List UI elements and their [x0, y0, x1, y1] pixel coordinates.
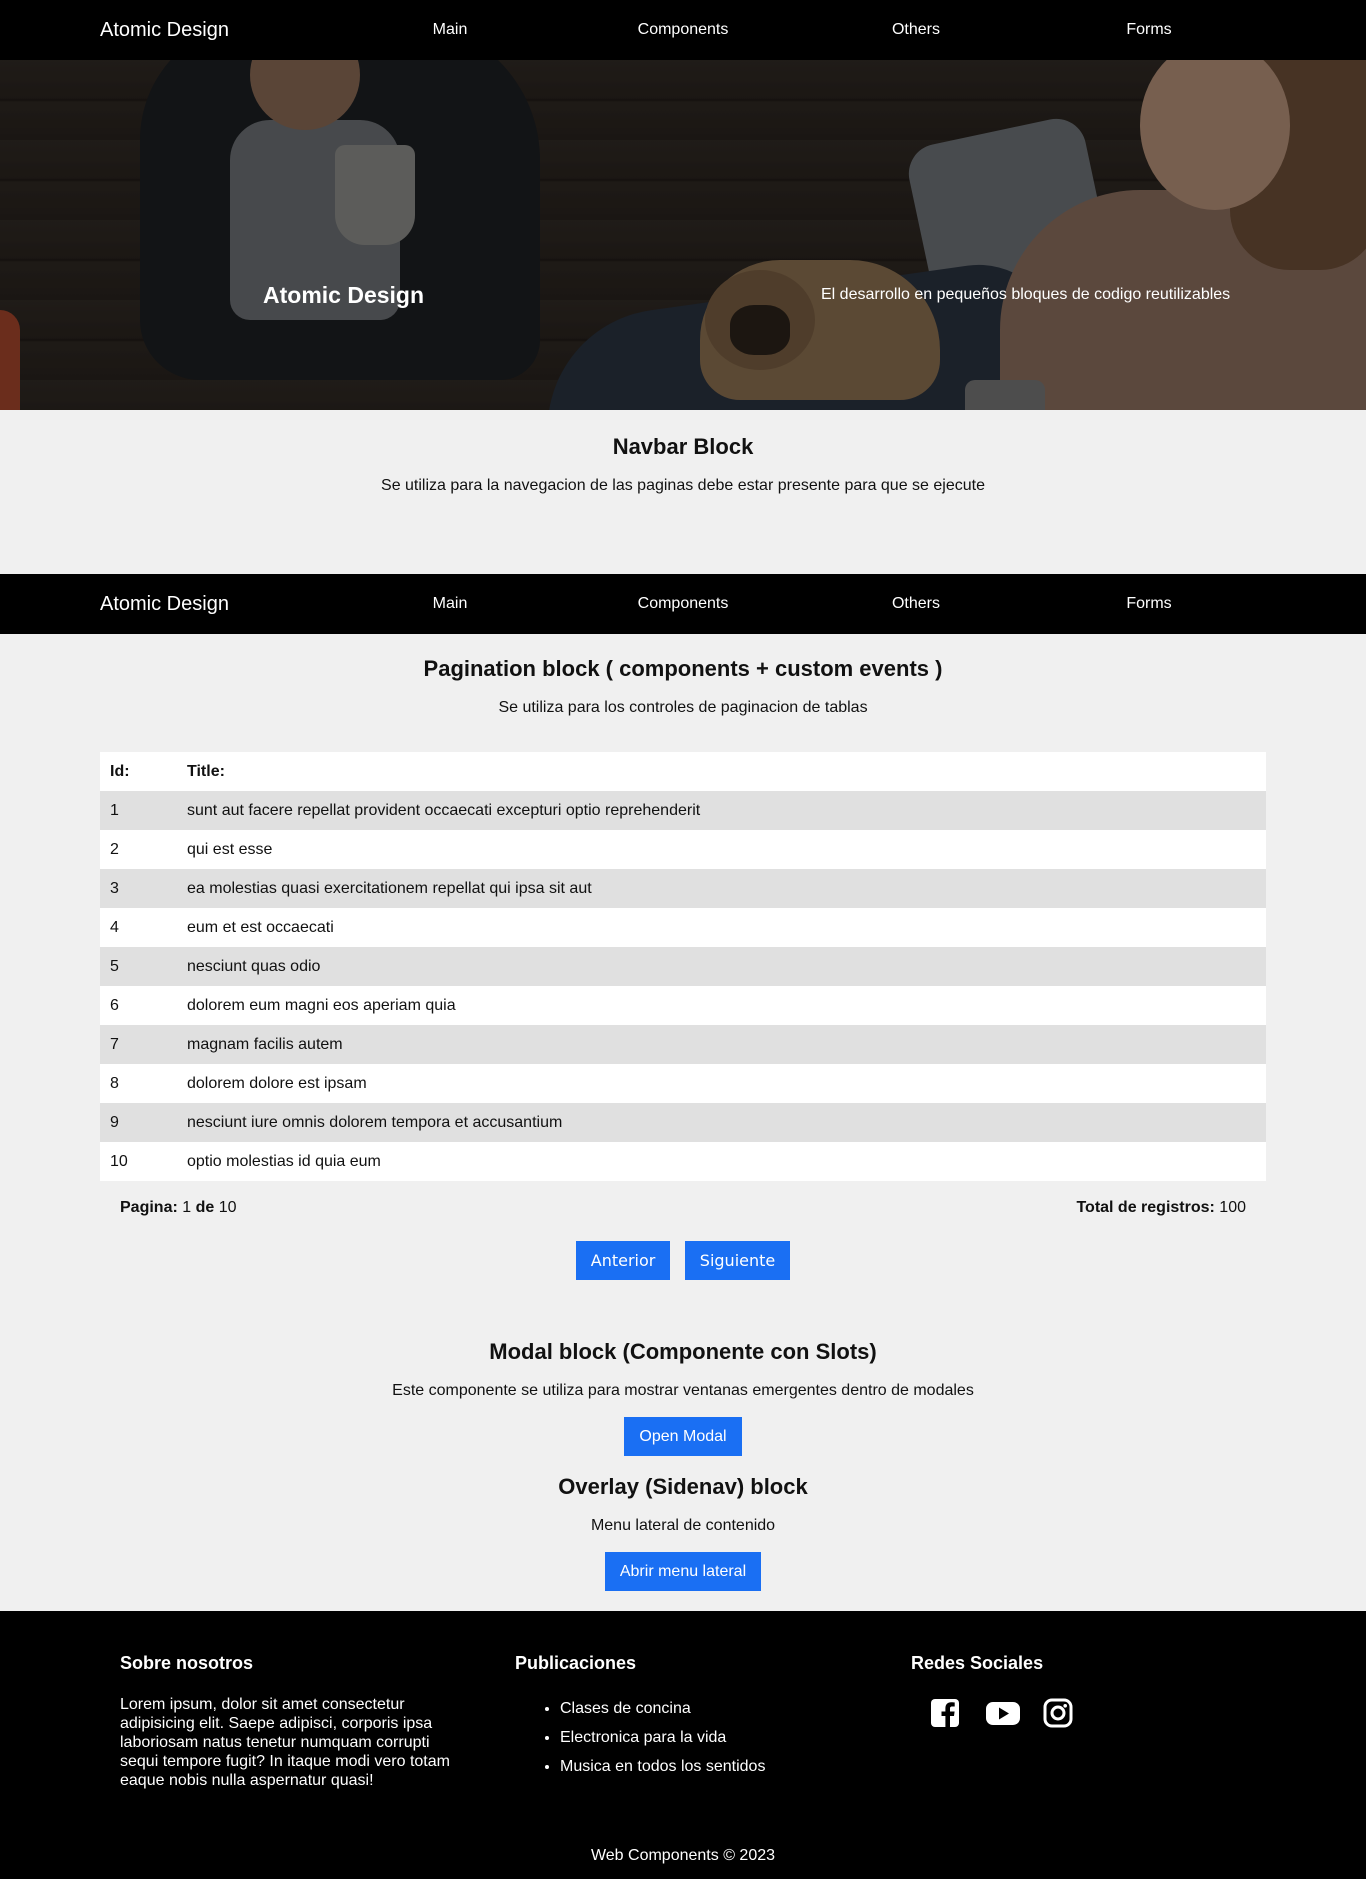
footer-about: Sobre nosotros Lorem ipsum, dolor sit am… [120, 1651, 460, 1790]
section-title: Modal block (Componente con Slots) [489, 1339, 877, 1364]
nav-link-main[interactable]: Main [350, 574, 550, 634]
list-item[interactable]: Clases de concina [560, 1699, 855, 1718]
hero-title: Atomic Design [263, 282, 425, 308]
total-records-value: 100 [1219, 1199, 1246, 1216]
cell-id: 4 [100, 908, 177, 947]
nav-link-others[interactable]: Others [816, 574, 1016, 634]
pager-controls: Anterior Siguiente [0, 1241, 1366, 1281]
footer-publications-title: Publicaciones [515, 1653, 637, 1673]
cell-title: dolorem dolore est ipsam [177, 1064, 1266, 1103]
demo-navbar: Atomic Design Main Components Others For… [0, 574, 1366, 634]
navbar-brand[interactable]: Atomic Design [100, 0, 229, 60]
cell-id: 8 [100, 1064, 177, 1103]
pagination-block-section: Pagination block ( components + custom e… [0, 634, 1366, 1281]
nav-link-others[interactable]: Others [816, 0, 1016, 60]
cell-title: nesciunt iure omnis dolorem tempora et a… [177, 1103, 1266, 1142]
site-footer: Sobre nosotros Lorem ipsum, dolor sit am… [0, 1611, 1366, 1879]
table-row: 3 ea molestias quasi exercitationem repe… [100, 869, 1266, 908]
list-item[interactable]: Musica en todos los sentidos [560, 1757, 855, 1776]
nav-link-components[interactable]: Components [583, 0, 783, 60]
table-row: 1 sunt aut facere repellat provident occ… [100, 791, 1266, 830]
navbar-brand[interactable]: Atomic Design [100, 574, 229, 634]
cell-title: eum et est occaecati [177, 908, 1266, 947]
footer-social: Redes Sociales [911, 1651, 1251, 1729]
section-description: Se utiliza para los controles de paginac… [498, 699, 868, 716]
nav-link-main[interactable]: Main [350, 0, 550, 60]
section-description: Menu lateral de contenido [590, 1517, 776, 1534]
cell-id: 7 [100, 1025, 177, 1064]
next-page-button[interactable]: Siguiente [684, 1241, 791, 1280]
section-description: Se utiliza para la navegacion de las pag… [381, 477, 985, 494]
of-label: de [195, 1199, 215, 1216]
hero-banner: Atomic Design El desarrollo en pequeños … [0, 60, 1366, 410]
total-pages: 10 [218, 1199, 237, 1216]
cell-title: optio molestias id quia eum [177, 1142, 1266, 1181]
table-row: 6 dolorem eum magni eos aperiam quia [100, 986, 1266, 1025]
footer-about-text: Lorem ipsum, dolor sit amet consectetur … [120, 1696, 450, 1789]
social-icons [911, 1697, 1251, 1729]
previous-page-button[interactable]: Anterior [575, 1241, 671, 1280]
footer-about-title: Sobre nosotros [120, 1653, 254, 1673]
table-row: 8 dolorem dolore est ipsam [100, 1064, 1266, 1103]
section-title: Pagination block ( components + custom e… [423, 656, 943, 681]
page-label: Pagina: [120, 1199, 178, 1216]
facebook-icon[interactable] [929, 1697, 961, 1729]
list-item[interactable]: Electronica para la vida [560, 1728, 855, 1747]
modal-block-section: Modal block (Componente con Slots) Este … [0, 1281, 1366, 1456]
cell-title: nesciunt quas odio [177, 947, 1266, 986]
cell-id: 6 [100, 986, 177, 1025]
hero-overlay [0, 60, 1366, 410]
cell-title: magnam facilis autem [177, 1025, 1266, 1064]
nav-link-components[interactable]: Components [583, 574, 783, 634]
cell-id: 2 [100, 830, 177, 869]
current-page: 1 [182, 1199, 192, 1216]
pager-info: Pagina: 1 de 10 Total de registros: 100 [0, 1181, 1366, 1241]
open-modal-button[interactable]: Open Modal [624, 1417, 742, 1456]
cell-title: sunt aut facere repellat provident occae… [177, 791, 1266, 830]
copyright-text: Web Components © 2023 [590, 1847, 776, 1864]
instagram-icon[interactable] [1042, 1697, 1074, 1729]
footer-publications: Publicaciones Clases de concina Electron… [515, 1651, 855, 1786]
cell-title: qui est esse [177, 830, 1266, 869]
table-header-row: Id: Title: [100, 752, 1266, 791]
section-title: Overlay (Sidenav) block [558, 1474, 808, 1499]
youtube-icon[interactable] [985, 1697, 1021, 1729]
page-indicator: Pagina: 1 de 10 [120, 1199, 237, 1217]
cell-id: 9 [100, 1103, 177, 1142]
nav-link-forms[interactable]: Forms [1049, 574, 1249, 634]
section-description: Este componente se utiliza para mostrar … [392, 1382, 974, 1399]
hero-subtitle: El desarrollo en pequeños bloques de cod… [821, 286, 1231, 303]
posts-table: Id: Title: 1 sunt aut facere repellat pr… [100, 752, 1266, 1181]
cell-title: dolorem eum magni eos aperiam quia [177, 986, 1266, 1025]
cell-id: 3 [100, 869, 177, 908]
publications-list: Clases de concina Electronica para la vi… [515, 1699, 855, 1776]
top-navbar: Atomic Design Main Components Others For… [0, 0, 1366, 60]
total-records-indicator: Total de registros: 100 [1076, 1199, 1246, 1217]
cell-id: 10 [100, 1142, 177, 1181]
table-row: 2 qui est esse [100, 830, 1266, 869]
table-row: 10 optio molestias id quia eum [100, 1142, 1266, 1181]
footer-social-title: Redes Sociales [911, 1653, 1044, 1673]
navbar-block-section: Navbar Block Se utiliza para la navegaci… [0, 410, 1366, 574]
table-row: 9 nesciunt iure omnis dolorem tempora et… [100, 1103, 1266, 1142]
cell-id: 1 [100, 791, 177, 830]
table-row: 5 nesciunt quas odio [100, 947, 1266, 986]
cell-id: 5 [100, 947, 177, 986]
total-records-label: Total de registros: [1076, 1199, 1215, 1216]
cell-title: ea molestias quasi exercitationem repell… [177, 869, 1266, 908]
overlay-block-section: Overlay (Sidenav) block Menu lateral de … [0, 1456, 1366, 1611]
column-header-title: Title: [177, 752, 1266, 791]
nav-link-forms[interactable]: Forms [1049, 0, 1249, 60]
section-title: Navbar Block [612, 434, 754, 459]
table-row: 4 eum et est occaecati [100, 908, 1266, 947]
table-row: 7 magnam facilis autem [100, 1025, 1266, 1064]
open-sidenav-button[interactable]: Abrir menu lateral [604, 1552, 762, 1591]
column-header-id: Id: [100, 752, 177, 791]
